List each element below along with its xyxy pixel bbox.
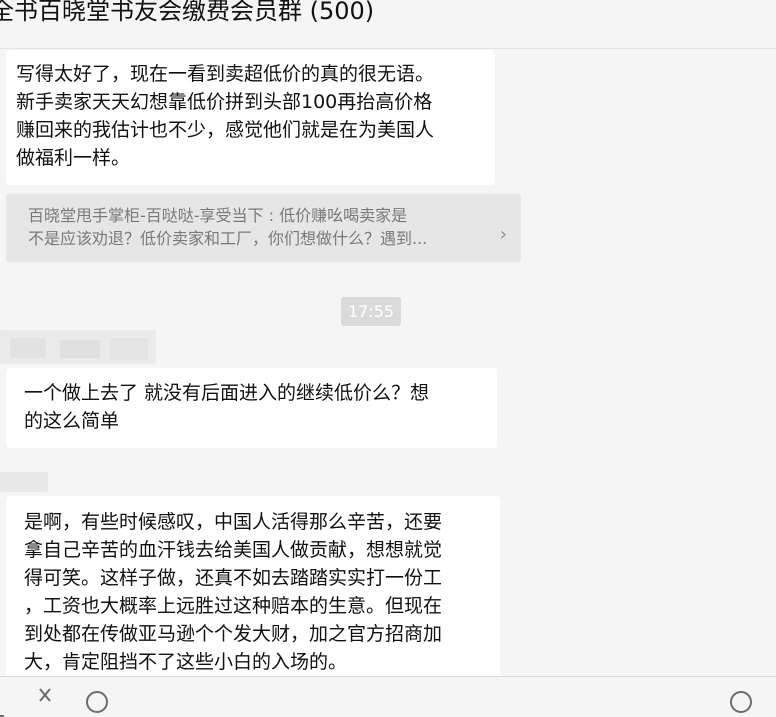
input-toolbar	[0, 676, 776, 717]
message-line: 大，肯定阻挡不了这些小白的入场的。	[24, 651, 348, 673]
chat-header: 全书百晓堂书友会缴费会员群 (500)	[0, 0, 776, 49]
scissors-icon[interactable]	[38, 687, 52, 702]
video-call-icon[interactable]	[730, 691, 752, 713]
message-line: 的这么简单	[24, 410, 120, 432]
message-line: 是啊，有些时候感叹，中国人活得那么辛苦，还要	[24, 511, 443, 533]
message-bubble[interactable]: 是啊，有些时候感叹，中国人活得那么辛苦，还要 拿自己辛苦的血汗钱去给美国人做贡献…	[6, 496, 500, 686]
message-line: 做福利一样。	[16, 147, 131, 169]
message-line: 到处都在传做亚马逊个个发大财，加之官方招商加	[24, 623, 443, 645]
chevron-right-icon: ›	[499, 224, 507, 245]
message-bubble[interactable]: 一个做上去了 就没有后面进入的继续低价么？想 的这么简单	[6, 368, 497, 448]
chat-title[interactable]: 全书百晓堂书友会缴费会员群 (500)	[0, 0, 374, 28]
message-line: 赚回来的我估计也不少，感觉他们就是在为美国人	[16, 119, 435, 141]
message-line: 一个做上去了 就没有后面进入的继续低价么？想	[24, 382, 430, 404]
message-line: 得可笑。这样子做，还真不如去踏踏实实打一份工	[24, 567, 443, 589]
message-line: 写得太好了，现在一看到卖超低价的真的很无语。	[16, 63, 435, 85]
message-bubble[interactable]: 写得太好了，现在一看到卖超低价的真的很无语。 新手卖家天天幻想靠低价拼到头部10…	[6, 50, 495, 185]
message-line: 拿自己辛苦的血汗钱去给美国人做贡献，想想就觉	[24, 539, 443, 561]
message-line: ，工资也大概率上远胜过这种赔本的生意。但现在	[24, 595, 443, 617]
time-divider: 17:55	[341, 297, 401, 326]
message-line: 新手卖家天天幻想靠低价拼到头部100再抬高价格	[16, 91, 433, 113]
chat-history-icon[interactable]	[86, 691, 108, 713]
quote-line: 不是应该劝退？低价卖家和工厂，你们想做什么？遇到...	[28, 229, 428, 248]
quote-line: 百晓堂甩手掌柜-百哒哒-享受当下 : 低价赚吆喝卖家是	[28, 206, 408, 225]
quoted-message[interactable]: 百晓堂甩手掌柜-百哒哒-享受当下 : 低价赚吆喝卖家是 不是应该劝退？低价卖家和…	[6, 194, 521, 262]
emoji-icon[interactable]	[0, 695, 4, 717]
